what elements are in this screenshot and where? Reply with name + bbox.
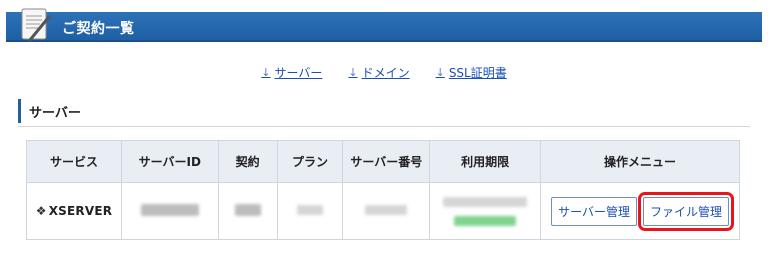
operations-cell: サーバー管理 ファイル管理 [540,182,740,240]
column-header-server-number: サーバー番号 [342,140,431,183]
redacted-contract [234,203,261,216]
redacted-server-id [140,203,199,216]
redacted-expiry-badge [454,216,517,226]
anchor-link-label: ドメイン [361,66,410,80]
server-contracts-table: サービス サーバーID 契約 プラン サーバー番号 利用期限 操作メニュー ❖ X… [26,140,740,240]
server-number-cell [342,182,431,240]
anchor-link-ssl[interactable]: ↓ SSL証明書 [436,64,507,81]
service-name: XSERVER [48,204,113,218]
column-header-contract: 契約 [217,140,278,183]
section-marker [18,99,21,123]
arrow-down-icon: ↓ [261,66,271,79]
anchor-link-domain[interactable]: ↓ ドメイン [348,64,409,81]
server-manage-button[interactable]: サーバー管理 [551,196,637,226]
file-manage-button[interactable]: ファイル管理 [637,191,734,231]
arrow-down-icon: ↓ [435,66,445,79]
service-cell: ❖ XSERVER [26,182,122,240]
server-id-cell [120,182,219,240]
column-header-plan: プラン [276,140,344,183]
page-title: ご契約一覧 [62,21,135,37]
anchor-link-label: サーバー [274,66,323,80]
plan-cell [276,182,344,240]
anchor-link-label: SSL証明書 [448,66,507,80]
section-heading-server: サーバー [18,97,750,127]
anchor-nav: ↓ サーバー ↓ ドメイン ↓ SSL証明書 [0,64,768,81]
contract-cell [217,182,278,240]
redacted-expiry-date [443,197,528,207]
section-title: サーバー [29,106,81,121]
anchor-link-server[interactable]: ↓ サーバー [261,64,322,81]
column-header-operations: 操作メニュー [540,140,740,183]
arrow-down-icon: ↓ [348,66,358,79]
table-row: ❖ XSERVER サーバー管理 ファイル管理 [26,182,740,240]
column-header-expiry: 利用期限 [429,140,542,183]
redacted-plan [296,205,323,215]
table-header-row: サービス サーバーID 契約 プラン サーバー番号 利用期限 操作メニュー [26,140,740,183]
expiry-cell [429,182,542,240]
column-header-server-id: サーバーID [120,140,219,183]
expiry-stack [443,197,528,226]
column-header-service: サービス [26,140,122,183]
redacted-server-number [365,205,408,215]
contract-document-icon [21,8,51,42]
xserver-logo-icon: ❖ [35,204,47,218]
